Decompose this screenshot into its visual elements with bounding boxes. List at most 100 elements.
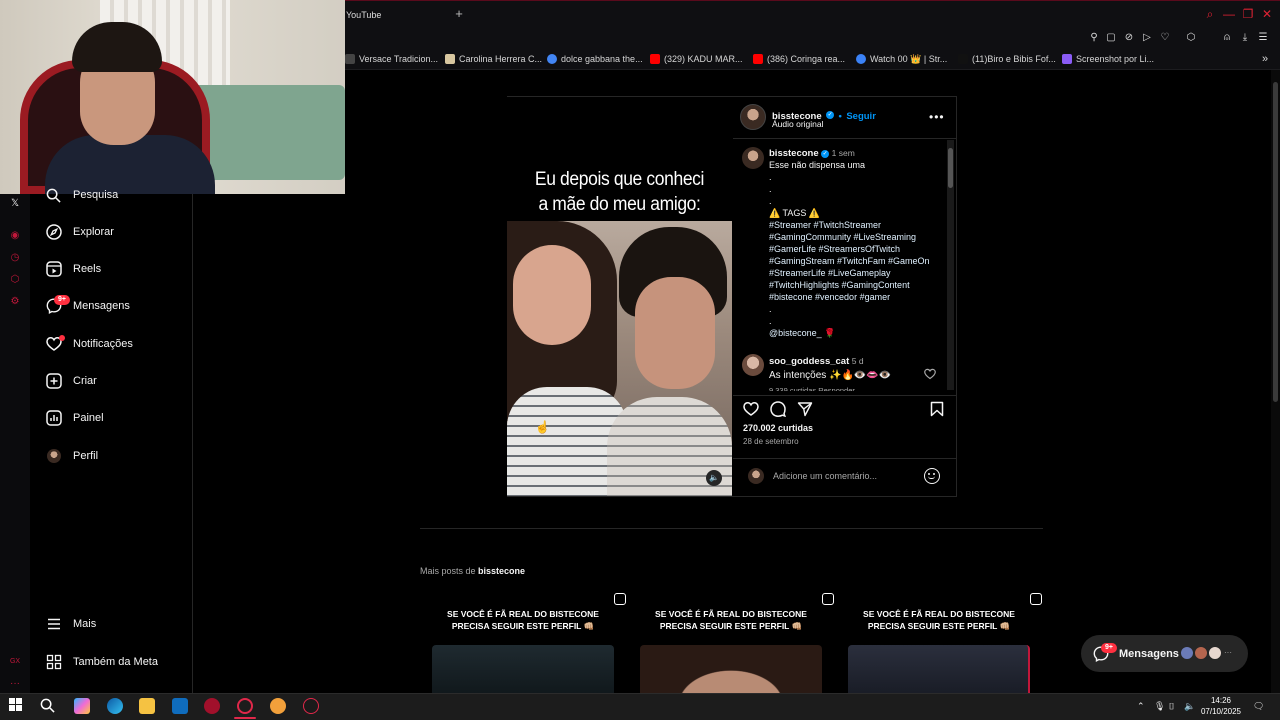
sidebar-item-perfil[interactable]: Perfil	[45, 444, 98, 468]
shield-icon[interactable]: ⊘	[1122, 31, 1136, 45]
app-icon[interactable]	[303, 698, 319, 714]
commenter-avatar[interactable]	[742, 354, 764, 376]
sidebar-item-explorar[interactable]: Explorar	[45, 220, 114, 244]
bookmark-item[interactable]: Versace Tradicion...	[345, 52, 438, 66]
bookmark-item[interactable]: (329) KADU MAR...	[650, 52, 743, 66]
search-icon[interactable]: ⌕	[1203, 7, 1217, 22]
commenter-username[interactable]: soo_goddess_cat	[769, 356, 849, 367]
dashboard-icon	[45, 410, 62, 427]
comments-scroll-thumb[interactable]	[948, 148, 953, 188]
sidebar-item-pesquisa[interactable]: Pesquisa	[45, 183, 118, 207]
restore-icon[interactable]: ❐	[1241, 7, 1255, 21]
share-icon[interactable]	[797, 401, 813, 417]
more-options-icon[interactable]: •••	[929, 110, 945, 124]
heart-icon[interactable]: ♡	[1158, 31, 1172, 45]
author-link[interactable]: bisstecone	[478, 566, 525, 576]
hashtag-line[interactable]: #GamingStream #TwitchFam #GameOn	[769, 255, 939, 267]
thumbnail-image	[640, 645, 822, 693]
sidebar-item-notificacoes[interactable]: Notificações	[45, 332, 133, 356]
edge-icon[interactable]	[107, 698, 123, 714]
hashtag-line[interactable]: #bistecone #vencedor #gamer	[769, 291, 939, 303]
avatar	[748, 468, 764, 484]
likes-count[interactable]: 270.002 curtidas	[743, 423, 813, 433]
sidebar-item-tambem-da-meta[interactable]: Também da Meta	[45, 650, 158, 674]
author-avatar[interactable]	[742, 147, 764, 169]
hashtag-line[interactable]: #Streamer #TwitchStreamer	[769, 219, 939, 231]
extensions-icon[interactable]: ⬡	[1184, 31, 1198, 45]
hashtag-line[interactable]: #TwitchHighlights #GamingContent	[769, 279, 939, 291]
sidebar-item-mais[interactable]: Mais	[45, 612, 96, 636]
post-thumbnail[interactable]: SE VOCÊ É FÃ REAL DO BISTECONE PRECISA SE…	[628, 590, 834, 693]
bookmark-item[interactable]: Screenshot por Li...	[1062, 52, 1154, 66]
tray-overflow-icon[interactable]: ⌃	[1137, 701, 1145, 712]
player-icon[interactable]: ◉	[9, 230, 21, 242]
post-thumbnail[interactable]: SE VOCÊ É FÃ REAL DO BISTECONE PRECISA SE…	[836, 590, 1042, 693]
new-tab-button[interactable]: +	[452, 7, 466, 21]
audio-link[interactable]: Áudio original	[772, 119, 824, 129]
network-icon[interactable]: ⌷	[1169, 701, 1174, 712]
post-thumbnail[interactable]: SE VOCÊ É FÃ REAL DO BISTECONE PRECISA SE…	[420, 590, 626, 693]
account-icon[interactable]: ⍝	[1220, 31, 1234, 45]
save-icon[interactable]	[929, 401, 945, 417]
bookmark-item[interactable]: Watch 00 👑 | Str...	[856, 52, 947, 66]
download-icon[interactable]: ⤓	[1238, 31, 1252, 45]
chrome-icon[interactable]	[270, 698, 286, 714]
author-avatar[interactable]	[740, 104, 766, 130]
google-icon	[547, 54, 557, 64]
close-icon[interactable]: ✕	[1260, 7, 1274, 21]
settings-icon[interactable]: ⚙	[9, 296, 21, 308]
hashtag-line[interactable]: #GamerLife #StreamersOfTwitch	[769, 243, 939, 255]
copilot-icon[interactable]	[74, 698, 90, 714]
tiktok-icon	[958, 54, 968, 64]
windows-start-icon[interactable]	[9, 698, 25, 714]
emoji-icon[interactable]	[924, 468, 940, 484]
plus-square-icon	[45, 373, 62, 390]
follow-button[interactable]: Seguir	[846, 111, 876, 122]
reels-icon	[614, 593, 626, 605]
bookmark-item[interactable]: dolce gabbana the...	[547, 52, 643, 66]
mention-link[interactable]: @bistecone_ 🌹	[769, 327, 939, 339]
more-icon[interactable]: ···	[9, 678, 21, 690]
comment-icon[interactable]	[770, 401, 787, 418]
outlook-icon[interactable]	[172, 698, 188, 714]
bookmark-item[interactable]: (386) Coringa rea...	[753, 52, 845, 66]
browser-tab[interactable]: YouTube	[345, 1, 465, 30]
notifications-icon[interactable]: 🗨	[1253, 701, 1264, 712]
sidebar-item-criar[interactable]: Criar	[45, 369, 97, 393]
opera-gx-icon[interactable]	[204, 698, 220, 714]
menu-icon[interactable]: ☰	[1256, 31, 1270, 45]
avatar	[1194, 646, 1208, 660]
extensions-icon[interactable]: ⬡	[9, 274, 21, 286]
verified-icon: ✓	[826, 110, 835, 119]
bookmarks-overflow-button[interactable]: »	[1262, 52, 1268, 66]
comment-like-icon[interactable]	[924, 367, 936, 380]
snapshot-icon[interactable]: ▢	[1104, 31, 1118, 45]
hashtag-line[interactable]: #GamingCommunity #LiveStreaming	[769, 231, 939, 243]
active-app-indicator	[234, 717, 256, 719]
pin-icon[interactable]: ⚲	[1087, 31, 1101, 45]
x-icon[interactable]: 𝕏	[9, 198, 21, 210]
speaker-icon[interactable]: 🔈	[1184, 701, 1195, 712]
microphone-icon[interactable]: 🎙	[1154, 701, 1165, 712]
sidebar-item-reels[interactable]: Reels	[45, 257, 101, 281]
player-icon[interactable]: ▷	[1140, 31, 1154, 45]
bookmark-item[interactable]: Carolina Herrera C...	[445, 52, 542, 66]
page-scroll-thumb[interactable]	[1273, 82, 1278, 402]
gx-icon[interactable]: GX	[9, 656, 21, 668]
search-icon[interactable]	[40, 698, 56, 714]
mute-button[interactable]: 🔈	[706, 470, 722, 486]
file-explorer-icon[interactable]	[139, 698, 155, 714]
reel-video[interactable]: Eu depois que conheci a mãe do meu amigo…	[507, 97, 732, 496]
history-icon[interactable]: ◷	[9, 252, 21, 264]
bookmark-item[interactable]: (11)Biro e Bibis Fof...	[958, 52, 1056, 66]
bookmark-favicon	[445, 54, 455, 64]
like-icon[interactable]	[743, 401, 759, 417]
hashtag-line[interactable]: #StreamerLife #LiveGameplay	[769, 267, 939, 279]
sidebar-item-painel[interactable]: Painel	[45, 406, 104, 430]
opera-gx-active-icon[interactable]	[237, 698, 253, 714]
author-username[interactable]: bisstecone	[769, 148, 819, 159]
minimize-icon[interactable]: —	[1222, 7, 1236, 21]
youtube-icon	[650, 54, 660, 64]
taskbar-clock[interactable]: 14:26 07/10/2025	[1198, 695, 1244, 717]
comment-input[interactable]: Adicione um comentário...	[773, 471, 877, 481]
